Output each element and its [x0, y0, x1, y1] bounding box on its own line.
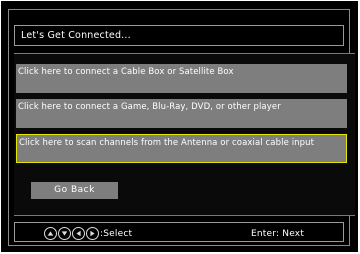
enter-next-hint: Enter: Next: [251, 229, 305, 239]
go-back-button[interactable]: Go Back: [31, 182, 118, 199]
page-title: Let's Get Connected...: [14, 25, 344, 46]
option-game-player[interactable]: Click here to connect a Game, Blu-Ray, D…: [16, 99, 347, 128]
option-cable-satellite[interactable]: Click here to connect a Cable Box or Sat…: [16, 64, 347, 93]
option-scan-channels[interactable]: Click here to scan channels from the Ant…: [16, 134, 347, 163]
right-arrow-icon: [86, 227, 99, 240]
up-arrow-icon: [44, 227, 57, 240]
left-arrow-icon: [72, 227, 85, 240]
down-arrow-icon: [58, 227, 71, 240]
nav-icons: [44, 227, 99, 241]
select-hint: :Select: [100, 229, 133, 239]
